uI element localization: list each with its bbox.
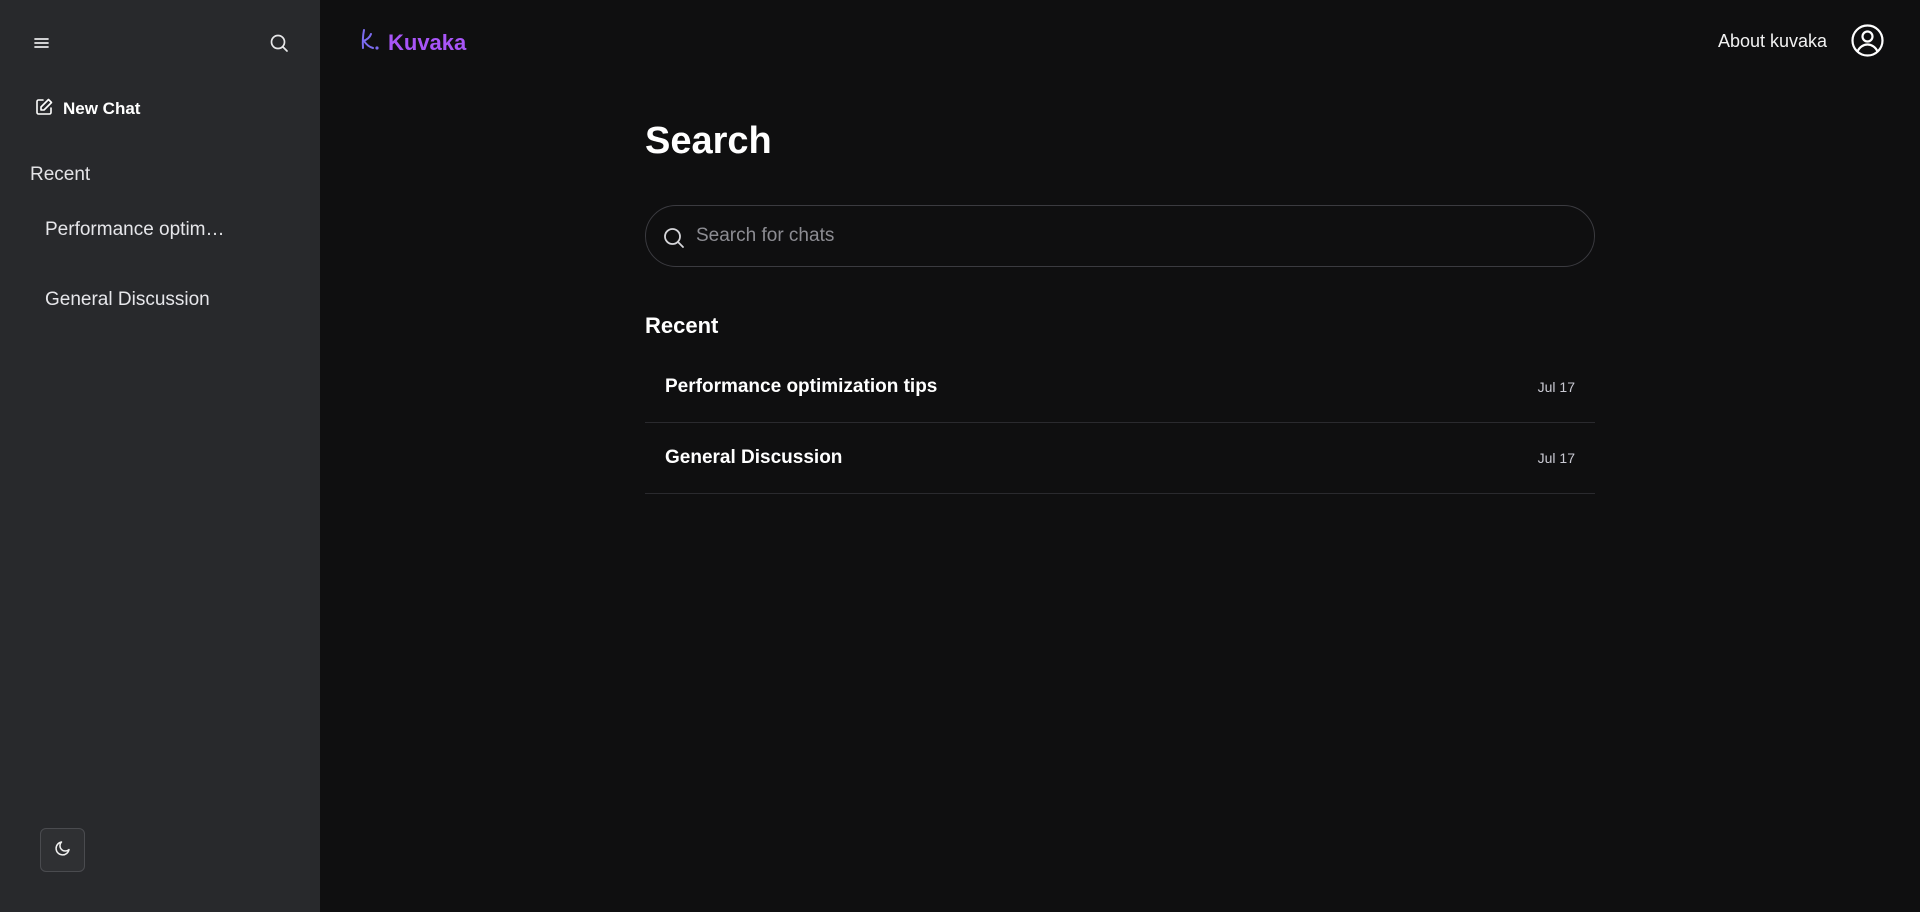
about-link[interactable]: About kuvaka bbox=[1718, 31, 1827, 52]
search-icon[interactable] bbox=[268, 32, 290, 54]
sidebar-item-performance[interactable]: Performance optimization tips bbox=[45, 219, 225, 241]
menu-icon[interactable] bbox=[32, 33, 52, 53]
sidebar-recent-heading: Recent bbox=[30, 164, 91, 185]
chat-result-row[interactable]: Performance optimization tips Jul 17 bbox=[645, 352, 1595, 423]
brand-name: Kuvaka bbox=[388, 29, 467, 55]
sidebar-item-general-discussion[interactable]: General Discussion bbox=[45, 289, 225, 311]
chat-result-row[interactable]: General Discussion Jul 17 bbox=[645, 423, 1595, 494]
sidebar: New Chat Recent Performance optimization… bbox=[0, 0, 320, 912]
new-chat-button[interactable]: New Chat bbox=[34, 96, 140, 122]
chat-date: Jul 17 bbox=[1537, 450, 1575, 466]
search-icon bbox=[662, 226, 686, 250]
chat-title: General Discussion bbox=[665, 447, 843, 468]
moon-icon bbox=[54, 839, 72, 862]
search-input[interactable] bbox=[696, 206, 1576, 266]
new-chat-label: New Chat bbox=[63, 99, 141, 118]
chat-date: Jul 17 bbox=[1537, 379, 1575, 395]
theme-toggle-button[interactable] bbox=[40, 828, 85, 872]
recent-heading: Recent bbox=[645, 313, 719, 338]
brand-logo[interactable]: Kuvaka bbox=[358, 27, 466, 58]
page-title: Search bbox=[645, 120, 772, 162]
chat-title: Performance optimization tips bbox=[665, 376, 938, 397]
search-box bbox=[645, 205, 1595, 267]
app: New Chat Recent Performance optimization… bbox=[0, 0, 1920, 912]
logo-icon bbox=[358, 27, 382, 58]
edit-icon bbox=[34, 97, 54, 122]
user-circle-icon[interactable] bbox=[1850, 23, 1885, 58]
